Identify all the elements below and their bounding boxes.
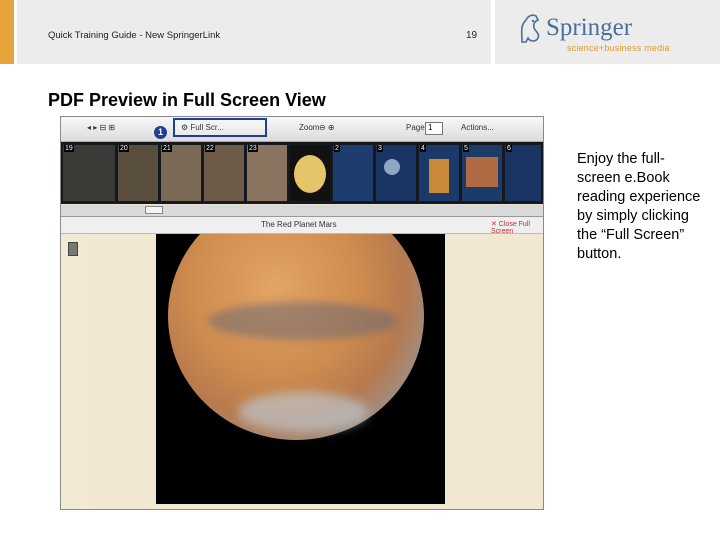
thumbnail-number: 22 xyxy=(205,145,215,152)
zoom-label: Zoom xyxy=(299,123,320,132)
nav-controls[interactable]: ◂ ▸ ⊟ ⊞ xyxy=(87,123,115,132)
mars-polar-cap xyxy=(238,392,368,432)
thumbnail[interactable] xyxy=(290,145,330,201)
thumbnail-number: 20 xyxy=(119,145,129,152)
viewer-sidebar xyxy=(61,234,87,509)
zoom-controls[interactable]: ⊖ ⊕ xyxy=(319,123,335,132)
actions-menu[interactable]: Actions... xyxy=(461,123,494,132)
header-divider-right xyxy=(491,0,495,64)
bookmark-icon[interactable] xyxy=(68,242,78,256)
thumbnail-number: 4 xyxy=(420,145,426,152)
thumbnail[interactable]: 21 xyxy=(161,145,201,201)
full-screen-viewer-screenshot: ◂ ▸ ⊟ ⊞ ⚙ Full Scr... Zoom ⊖ ⊕ Page 1 Ac… xyxy=(60,116,544,510)
view-header: The Red Planet Mars ✕ Close Full Screen xyxy=(61,217,543,235)
thumbnail[interactable]: 4 xyxy=(419,145,459,201)
thumbnail[interactable]: 2 xyxy=(333,145,373,201)
close-full-screen-link[interactable]: ✕ Close Full Screen xyxy=(491,220,543,235)
thumbnail[interactable]: 23 xyxy=(247,145,287,201)
thumbnail[interactable]: 22 xyxy=(204,145,244,201)
thumbnail-scrollbar[interactable] xyxy=(61,205,543,217)
viewer-toolbar: ◂ ▸ ⊟ ⊞ ⚙ Full Scr... Zoom ⊖ ⊕ Page 1 Ac… xyxy=(61,117,543,142)
page-label: Page xyxy=(406,123,425,132)
chart-image xyxy=(429,159,449,193)
mars-surface-shading xyxy=(208,302,398,340)
planet-image xyxy=(384,159,400,175)
full-screen-button[interactable]: ⚙ Full Scr... xyxy=(173,118,267,137)
pdf-page xyxy=(156,234,445,504)
mars-image xyxy=(168,234,424,440)
callout-marker: 1 xyxy=(154,126,167,139)
thumbnail-number: 23 xyxy=(248,145,258,152)
page-input[interactable]: 1 xyxy=(425,122,443,135)
thumbnail-number: 19 xyxy=(64,145,74,152)
logo-wordmark: Springer xyxy=(546,14,633,41)
guide-title: Quick Training Guide - New SpringerLink xyxy=(48,30,221,41)
full-screen-label: ⚙ Full Scr... xyxy=(181,123,224,132)
thumbnail-number: 2 xyxy=(334,145,340,152)
thumbnail-number: 5 xyxy=(463,145,469,152)
view-title: The Red Planet Mars xyxy=(261,220,337,229)
thumbnail[interactable]: 19 xyxy=(63,145,115,201)
page-number: 19 xyxy=(466,30,478,41)
thumbnail-number: 21 xyxy=(162,145,172,152)
thumbnail[interactable]: 3 xyxy=(376,145,416,201)
thumbnail-number: 3 xyxy=(377,145,383,152)
logo-tagline: science+business media xyxy=(567,43,670,53)
page-viewer xyxy=(61,234,543,509)
page-title: PDF Preview in Full Screen View xyxy=(48,90,326,110)
page-input-value: 1 xyxy=(428,123,433,132)
thumbnail[interactable]: 5 xyxy=(462,145,502,201)
thumbnail[interactable]: 20 xyxy=(118,145,158,201)
planet-image xyxy=(294,155,326,193)
surface-image xyxy=(466,157,498,187)
description-text: Enjoy the full-screen e.Book reading exp… xyxy=(577,151,701,262)
slide-header: Quick Training Guide - New SpringerLink … xyxy=(0,0,720,64)
scrollbar-thumb[interactable] xyxy=(145,206,163,214)
horse-head-icon xyxy=(520,14,540,43)
thumbnail-number: 6 xyxy=(506,145,512,152)
springer-logo: Springer science+business media xyxy=(516,10,676,54)
header-accent-bar xyxy=(0,0,14,64)
thumbnail-strip: 19 20 21 22 23 2 3 4 5 6 xyxy=(61,142,543,204)
header-divider-left xyxy=(14,0,17,64)
thumbnail[interactable]: 6 xyxy=(505,145,541,201)
